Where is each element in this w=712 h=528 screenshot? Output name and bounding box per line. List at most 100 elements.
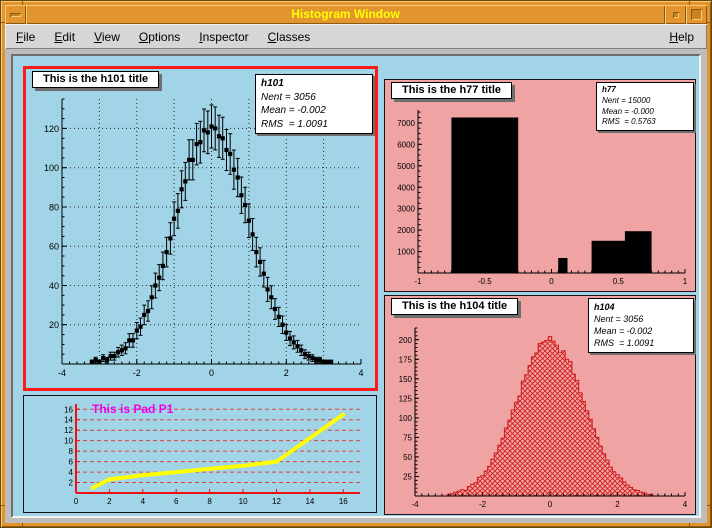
svg-text:14: 14: [64, 416, 73, 425]
svg-text:0: 0: [74, 497, 79, 506]
svg-text:1000: 1000: [397, 248, 415, 257]
svg-text:0: 0: [549, 277, 554, 286]
h101-title-box[interactable]: This is the h101 title: [32, 71, 159, 88]
svg-text:6: 6: [174, 497, 179, 506]
svg-text:12: 12: [272, 497, 281, 506]
p1-chart: 0246810121416246810121416: [24, 396, 376, 512]
stats-name: h101: [261, 77, 367, 91]
menu-view[interactable]: View: [89, 27, 125, 47]
stats-line: Mean = -0.002: [261, 104, 367, 118]
svg-text:10: 10: [64, 437, 73, 446]
svg-text:-2: -2: [133, 368, 141, 378]
menu-file[interactable]: File: [11, 27, 40, 47]
app-window: Histogram Window File Edit View Options …: [0, 0, 712, 528]
h101-stats-box[interactable]: h101 Nent = 3056 Mean = -0.002 RMS = 1.0…: [255, 74, 373, 134]
root-canvas[interactable]: -4-202420406080100120 This is the h101 t…: [11, 54, 701, 518]
frame-resize-notch[interactable]: [707, 22, 711, 23]
svg-text:6000: 6000: [397, 140, 415, 149]
minimize-icon: [673, 12, 679, 18]
window-menu-icon: [10, 13, 21, 17]
window-menu-button[interactable]: [5, 5, 26, 24]
svg-text:2: 2: [69, 479, 74, 488]
svg-text:200: 200: [399, 336, 413, 345]
h104-stats-box[interactable]: h104 Nent = 3056 Mean = -0.002 RMS = 1.0…: [588, 298, 694, 353]
svg-text:-4: -4: [58, 368, 66, 378]
svg-text:8: 8: [69, 447, 74, 456]
svg-text:50: 50: [403, 453, 412, 462]
svg-text:-2: -2: [479, 500, 487, 509]
menu-options[interactable]: Options: [134, 27, 185, 47]
stats-line: RMS = 1.0091: [261, 118, 367, 132]
canvas-container: -4-202420406080100120 This is the h101 t…: [5, 49, 707, 523]
frame-resize-notch[interactable]: [689, 523, 690, 527]
svg-text:2: 2: [284, 368, 289, 378]
svg-text:0.5: 0.5: [613, 277, 625, 286]
maximize-icon: [691, 9, 702, 20]
svg-text:10: 10: [239, 497, 248, 506]
minimize-button[interactable]: [665, 5, 686, 24]
svg-text:100: 100: [44, 163, 59, 173]
pad-h101[interactable]: -4 -2 0 2 4 20 40 60 80 100 120 This is the h101 t…: [23, 66, 378, 391]
menu-help[interactable]: Help: [664, 27, 699, 47]
svg-text:7000: 7000: [397, 119, 415, 128]
titlebar[interactable]: Histogram Window: [5, 5, 707, 24]
menubar: File Edit View Options Inspector Classes…: [5, 24, 707, 49]
svg-text:0: 0: [548, 500, 553, 509]
svg-text:8: 8: [207, 497, 212, 506]
svg-text:75: 75: [403, 433, 412, 442]
frame-resize-notch[interactable]: [22, 523, 23, 527]
svg-text:20: 20: [49, 320, 59, 330]
menu-edit[interactable]: Edit: [49, 27, 80, 47]
stats-line: Mean = -0.000: [602, 107, 688, 118]
stats-line: RMS = 0.5763: [602, 117, 688, 128]
svg-text:14: 14: [305, 497, 314, 506]
menu-inspector[interactable]: Inspector: [194, 27, 253, 47]
svg-text:175: 175: [399, 355, 413, 364]
window-title: Histogram Window: [26, 5, 665, 24]
menu-classes[interactable]: Classes: [263, 27, 316, 47]
svg-text:125: 125: [399, 394, 413, 403]
svg-text:100: 100: [399, 414, 413, 423]
svg-text:5000: 5000: [397, 162, 415, 171]
svg-text:-0.5: -0.5: [478, 277, 492, 286]
svg-text:-4: -4: [411, 500, 419, 509]
frame-resize-notch[interactable]: [707, 505, 711, 506]
svg-text:1: 1: [683, 277, 688, 286]
svg-text:12: 12: [64, 426, 73, 435]
svg-text:0: 0: [209, 368, 214, 378]
svg-text:150: 150: [399, 375, 413, 384]
svg-text:4: 4: [141, 497, 146, 506]
svg-text:4: 4: [69, 468, 74, 477]
maximize-button[interactable]: [686, 5, 707, 24]
svg-text:120: 120: [44, 124, 59, 134]
svg-text:2000: 2000: [397, 226, 415, 235]
svg-text:6: 6: [69, 458, 74, 467]
h77-title-box[interactable]: This is the h77 title: [391, 82, 512, 99]
svg-text:2: 2: [107, 497, 112, 506]
svg-text:16: 16: [339, 497, 348, 506]
stats-name: h77: [602, 85, 688, 96]
svg-text:40: 40: [49, 281, 59, 291]
svg-text:4000: 4000: [397, 183, 415, 192]
pad-h104[interactable]: -4 -2 0 2 4 25 50 75 100 125 150 175 200 This is the…: [384, 295, 696, 515]
stats-line: Nent = 3056: [594, 313, 688, 325]
h104-title-box[interactable]: This is the h104 title: [391, 298, 518, 315]
stats-line: Nent = 15000: [602, 96, 688, 107]
svg-text:4: 4: [683, 500, 688, 509]
stats-line: RMS = 1.0091: [594, 337, 688, 349]
svg-text:3000: 3000: [397, 205, 415, 214]
svg-text:16: 16: [64, 405, 73, 414]
svg-text:2: 2: [615, 500, 620, 509]
svg-text:80: 80: [49, 202, 59, 212]
svg-text:-1: -1: [414, 277, 422, 286]
pad-p1[interactable]: 0246810121416246810121416 This is Pad P1: [23, 395, 377, 513]
p1-title[interactable]: This is Pad P1: [92, 402, 173, 416]
pad-h77[interactable]: -1-0.500.511000200030004000500060007000 …: [384, 79, 696, 292]
svg-text:60: 60: [49, 242, 59, 252]
stats-name: h104: [594, 301, 688, 313]
stats-line: Mean = -0.002: [594, 325, 688, 337]
stats-line: Nent = 3056: [261, 91, 367, 105]
svg-text:4: 4: [358, 368, 363, 378]
svg-text:25: 25: [403, 473, 412, 482]
h77-stats-box[interactable]: h77 Nent = 15000 Mean = -0.000 RMS = 0.5…: [596, 82, 694, 131]
